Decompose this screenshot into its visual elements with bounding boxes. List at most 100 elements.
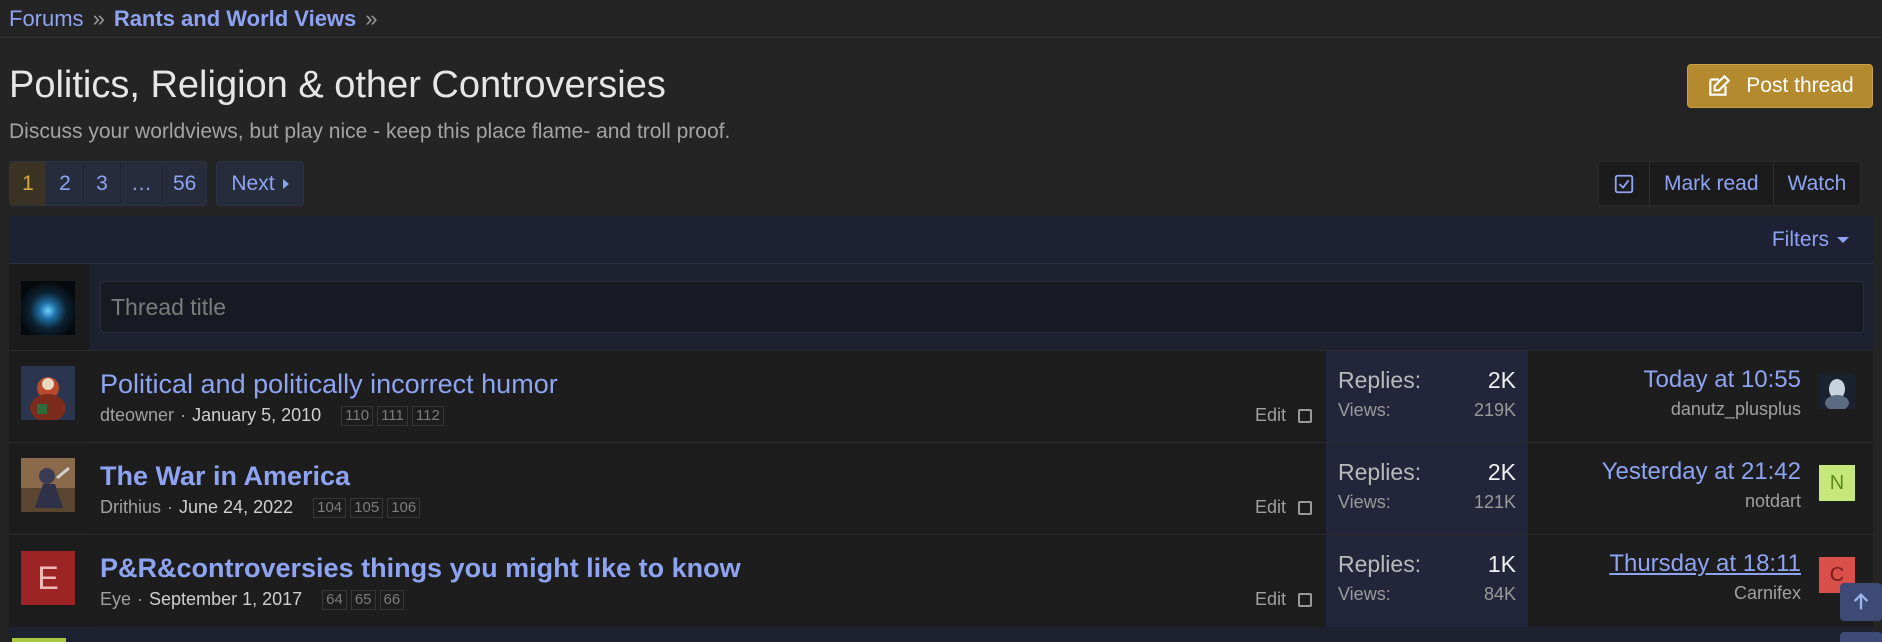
select-toggle-button[interactable]: [1599, 162, 1650, 205]
views-label: Views:: [1338, 400, 1391, 420]
replies-count: 1K: [1487, 551, 1516, 577]
quick-thread-avatar-cell: [9, 264, 89, 350]
thread-page-jumps: 104 105 106: [313, 497, 421, 518]
meta-separator: ·: [137, 589, 144, 609]
thread-title-link[interactable]: The War in America: [100, 461, 350, 492]
next-page-label: Next: [231, 171, 275, 195]
views-stat: Views: 84K: [1338, 584, 1516, 605]
edit-button[interactable]: Edit: [1255, 497, 1286, 518]
thread-row: E P&R&controversies things you might lik…: [9, 534, 1873, 627]
thread-list: Filters Political and politically incorr…: [9, 216, 1873, 642]
avatar: [12, 638, 66, 642]
thread-page-link[interactable]: 105: [350, 497, 384, 518]
last-post-user[interactable]: notdart: [1745, 491, 1801, 512]
pagination: 1 2 3 … 56 Next: [9, 161, 304, 206]
arrow-up-icon: [1853, 593, 1869, 610]
select-checkbox[interactable]: [1298, 500, 1312, 515]
thread-page-link[interactable]: 111: [377, 405, 408, 426]
page-description: Discuss your worldviews, but play nice -…: [9, 120, 731, 143]
avatar[interactable]: N: [1819, 465, 1855, 501]
replies-stat: Replies: 2K: [1338, 459, 1516, 486]
thread-list-actions: Mark read Watch: [1598, 161, 1862, 206]
thread-start-date[interactable]: January 5, 2010: [192, 405, 321, 426]
thread-title-input[interactable]: [100, 281, 1864, 333]
thread-last-post: Today at 10:55 danutz_plusplus: [1528, 351, 1873, 443]
avatar[interactable]: [21, 366, 75, 420]
caret-down-icon: [1837, 236, 1849, 243]
thread-page-link[interactable]: 65: [350, 589, 376, 610]
thread-author[interactable]: Drithius: [100, 497, 161, 518]
page-3-link[interactable]: 3: [84, 162, 121, 205]
views-count: 84K: [1483, 584, 1516, 604]
last-post-date[interactable]: Today at 10:55: [1644, 366, 1801, 394]
scroll-to-top-button[interactable]: [1840, 583, 1882, 621]
replies-label: Replies:: [1338, 459, 1422, 485]
thread-avatar-cell: E: [9, 535, 89, 627]
page-56-link[interactable]: 56: [163, 162, 207, 205]
views-stat: Views: 121K: [1338, 492, 1516, 513]
breadcrumb-forums[interactable]: Forums: [9, 6, 84, 32]
post-thread-button[interactable]: Post thread: [1687, 64, 1873, 108]
mark-read-button[interactable]: Mark read: [1650, 162, 1774, 205]
last-post-user[interactable]: danutz_plusplus: [1671, 399, 1801, 420]
replies-stat: Replies: 1K: [1338, 551, 1516, 578]
thread-start-date[interactable]: September 1, 2017: [149, 589, 302, 610]
filters-label: Filters: [1771, 227, 1829, 251]
thread-title-link[interactable]: P&R&controversies things you might like …: [100, 553, 741, 584]
thread-page-jumps: 110 111 112: [341, 405, 444, 426]
last-post-date[interactable]: Yesterday at 21:42: [1602, 458, 1801, 486]
thread-author[interactable]: Eye: [100, 589, 131, 610]
avatar[interactable]: E: [21, 551, 75, 605]
thread-row: Political and politically incorrect humo…: [9, 350, 1873, 443]
breadcrumb: Forums » Rants and World Views »: [0, 0, 1882, 38]
watch-button[interactable]: Watch: [1774, 162, 1861, 205]
views-stat: Views: 219K: [1338, 400, 1516, 421]
edit-button[interactable]: Edit: [1255, 589, 1286, 610]
post-thread-label: Post thread: [1746, 74, 1854, 97]
breadcrumb-separator-icon: »: [92, 5, 105, 31]
thread-page-link[interactable]: 110: [341, 405, 374, 426]
page-jump-ellipsis[interactable]: …: [121, 162, 163, 205]
breadcrumb-rants-and-world-views[interactable]: Rants and World Views: [114, 6, 356, 32]
thread-start-date[interactable]: June 24, 2022: [179, 497, 293, 518]
thread-page-link[interactable]: 112: [411, 405, 444, 426]
thread-page-link[interactable]: 66: [379, 589, 405, 610]
filter-bar: Filters: [9, 216, 1873, 264]
select-checkbox[interactable]: [1298, 592, 1312, 607]
caret-right-icon: [282, 178, 289, 189]
thread-page-link[interactable]: 104: [313, 497, 347, 518]
quick-thread-row: [9, 264, 1873, 350]
thread-title-link[interactable]: Political and politically incorrect humo…: [100, 369, 558, 400]
thread-author[interactable]: dteowner: [100, 405, 174, 426]
replies-label: Replies:: [1338, 551, 1422, 577]
thread-meta: dteowner · January 5, 2010 110 111 112: [100, 405, 444, 426]
check-square-icon: [1614, 174, 1634, 193]
thread-page-link[interactable]: 106: [387, 497, 421, 518]
thread-last-post: Thursday at 18:11 Carnifex C: [1528, 535, 1873, 627]
scroll-to-bottom-button[interactable]: [1840, 632, 1882, 642]
meta-separator: ·: [167, 497, 174, 517]
views-count: 121K: [1473, 492, 1516, 512]
page-title: Politics, Religion & other Controversies: [9, 64, 666, 106]
next-page-button[interactable]: Next: [216, 161, 304, 206]
meta-separator: ·: [180, 405, 187, 425]
avatar[interactable]: [1819, 373, 1855, 409]
thread-stats: Replies: 1K Views: 84K: [1326, 535, 1528, 627]
page-2-link[interactable]: 2: [47, 162, 84, 205]
filters-button[interactable]: Filters: [1772, 228, 1849, 252]
page-1-link[interactable]: 1: [10, 162, 47, 205]
views-label: Views:: [1338, 584, 1391, 604]
thread-edit-controls: Edit: [1255, 497, 1312, 518]
avatar[interactable]: [21, 458, 75, 512]
thread-page-link[interactable]: 64: [322, 589, 347, 610]
edit-icon: [1709, 74, 1731, 96]
last-post-date[interactable]: Thursday at 18:11: [1609, 550, 1801, 578]
thread-stats: Replies: 2K Views: 219K: [1326, 351, 1528, 443]
edit-button[interactable]: Edit: [1255, 405, 1286, 426]
thread-stats: Replies: 2K Views: 121K: [1326, 443, 1528, 535]
thread-row: The War in America Drithius · June 24, 2…: [9, 442, 1873, 535]
select-checkbox[interactable]: [1298, 408, 1312, 423]
thread-meta: Eye · September 1, 2017 64 65 66: [100, 589, 405, 610]
avatar: [21, 281, 75, 335]
last-post-user[interactable]: Carnifex: [1734, 583, 1801, 604]
